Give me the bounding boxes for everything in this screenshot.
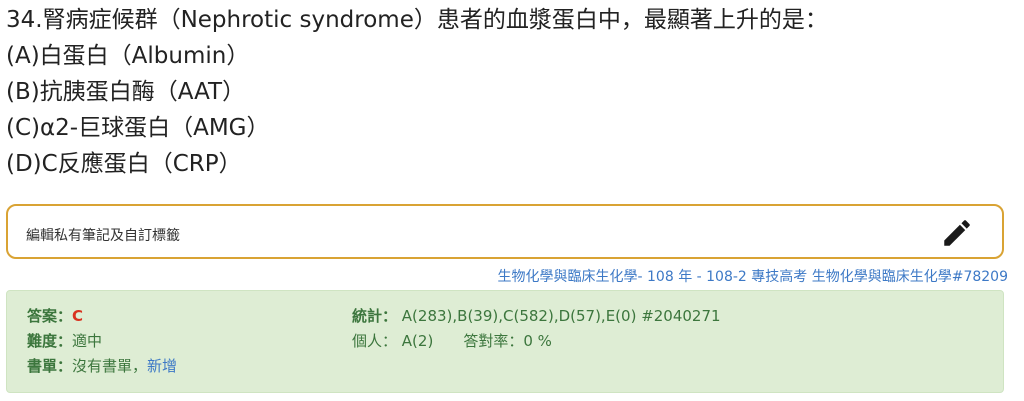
answer-label: 答案：	[27, 307, 73, 325]
question-block: 34.腎病症候群（Nephrotic syndrome）患者的血漿蛋白中，最顯著…	[6, 2, 828, 182]
stats-value: A(283),B(39),C(582),D(57),E(0) #2040271	[401, 307, 721, 325]
difficulty-label: 難度：	[27, 332, 73, 350]
booklist-row: 書單：沒有書單，新增	[27, 355, 177, 376]
source-exam-link[interactable]: 生物化學與臨床生化學- 108 年 - 108-2 專技高考 生物化學與臨床生化…	[498, 266, 1008, 286]
pencil-icon[interactable]	[940, 216, 974, 250]
note-placeholder: 編輯私有筆記及自訂標籤	[26, 228, 180, 244]
difficulty-value: 適中	[72, 332, 103, 350]
personal-label: 個人：	[352, 332, 398, 350]
answer-value: C	[72, 307, 84, 325]
accuracy-label: 答對率：	[463, 332, 524, 350]
booklist-add-link[interactable]: 新增	[147, 357, 177, 375]
accuracy-value: 0 %	[523, 332, 552, 350]
info-panel: 答案：C 難度：適中 書單：沒有書單，新增 統計： A(283),B(39),C…	[6, 290, 1004, 393]
stats-label: 統計：	[352, 307, 398, 325]
option-d: (D)C反應蛋白（CRP）	[6, 151, 242, 177]
option-b: (B)抗胰蛋白酶（AAT）	[6, 79, 246, 105]
option-c: (C)α2-巨球蛋白（AMG）	[6, 115, 270, 141]
personal-value: A(2)	[401, 332, 434, 350]
personal-row: 個人： A(2) 答對率：0 %	[352, 330, 552, 351]
stats-row: 統計： A(283),B(39),C(582),D(57),E(0) #2040…	[352, 305, 721, 326]
booklist-label: 書單：	[27, 357, 73, 375]
difficulty-row: 難度：適中	[27, 330, 102, 351]
question-stem: 34.腎病症候群（Nephrotic syndrome）患者的血漿蛋白中，最顯著…	[6, 7, 828, 33]
answer-row: 答案：C	[27, 305, 83, 326]
private-note-box[interactable]: 編輯私有筆記及自訂標籤	[6, 204, 1004, 259]
booklist-value: 沒有書單，	[72, 357, 148, 375]
option-a: (A)白蛋白（Albumin）	[6, 43, 250, 69]
